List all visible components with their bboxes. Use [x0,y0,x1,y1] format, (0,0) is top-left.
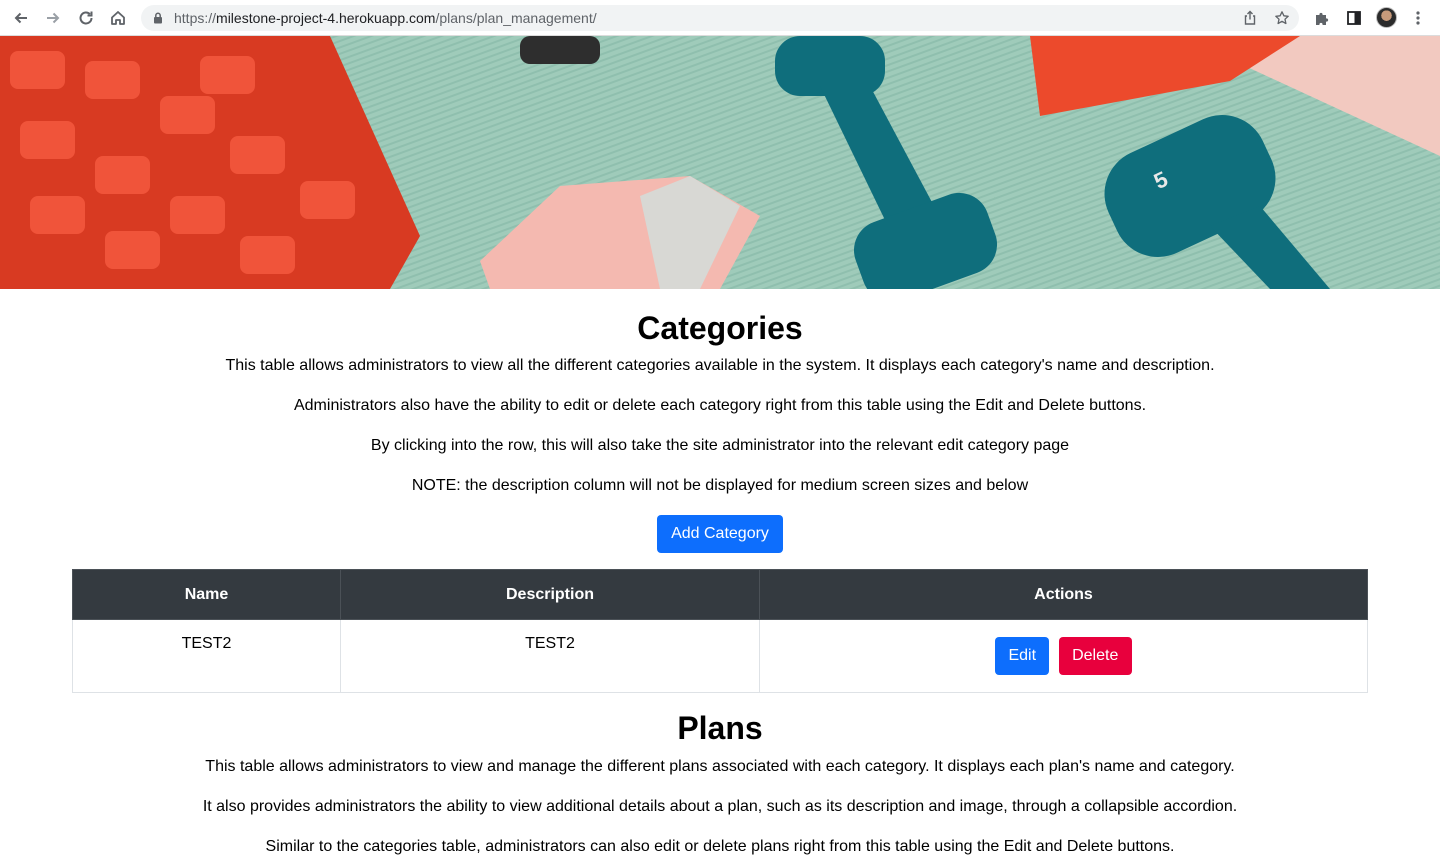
url-prefix: https:// [174,10,217,26]
home-icon[interactable] [107,7,129,29]
category-name-cell[interactable]: TEST2 [72,619,341,693]
url-host: milestone-project-4.herokuapp.com [216,10,436,26]
delete-button[interactable]: Delete [1058,637,1132,675]
category-actions-cell: Edit Delete [759,619,1368,693]
side-panel-icon[interactable] [1343,7,1365,29]
back-arrow-icon[interactable] [10,7,32,29]
categories-table: Name Description Actions TEST2 TEST2 Edi… [72,569,1368,693]
column-header-actions: Actions [759,569,1368,620]
share-icon[interactable] [1242,10,1258,26]
categories-heading: Categories [637,310,803,346]
plans-paragraph-2: It also provides administrators the abil… [202,798,1238,815]
kebab-menu-icon[interactable] [1407,7,1429,29]
categories-paragraph-4: NOTE: the description column will not be… [411,477,1029,494]
table-row[interactable]: TEST2 TEST2 Edit Delete [72,619,1368,693]
reload-icon[interactable] [75,7,97,29]
puzzle-icon[interactable] [1311,7,1333,29]
plans-paragraph-3: Similar to the categories table, adminis… [265,838,1175,855]
categories-paragraph-3: By clicking into the row, this will also… [370,437,1070,454]
column-header-description: Description [340,569,760,620]
edit-button[interactable]: Edit [995,637,1050,675]
address-bar[interactable]: https://milestone-project-4.herokuapp.co… [141,5,1299,31]
plans-heading: Plans [677,710,763,746]
profile-avatar[interactable] [1376,7,1397,28]
lock-icon[interactable] [151,11,165,25]
star-icon[interactable] [1274,10,1290,26]
url-text: https://milestone-project-4.herokuapp.co… [174,10,597,26]
categories-paragraph-1: This table allows administrators to view… [225,357,1215,374]
hero-image: 5 [0,36,1440,289]
category-description-cell[interactable]: TEST2 [340,619,760,693]
column-header-name: Name [72,569,341,620]
url-path: /plans/plan_management/ [435,10,597,26]
browser-toolbar: https://milestone-project-4.herokuapp.co… [0,0,1440,36]
categories-paragraph-2: Administrators also have the ability to … [293,397,1147,414]
forward-arrow-icon[interactable] [42,7,64,29]
plans-paragraph-1: This table allows administrators to view… [205,758,1235,775]
table-header-row: Name Description Actions [72,569,1368,620]
add-category-button[interactable]: Add Category [657,515,783,553]
